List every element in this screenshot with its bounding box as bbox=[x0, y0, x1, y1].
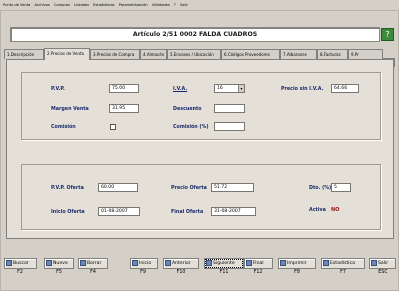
print-icon bbox=[280, 259, 286, 266]
pvp-label: P.V.P. bbox=[51, 87, 65, 92]
fkey-f8: F8 bbox=[294, 270, 300, 275]
inicio-button[interactable]: Inicio bbox=[130, 258, 158, 269]
estadistica-button[interactable]: Estadística bbox=[321, 258, 365, 269]
fkey-f5: F5 bbox=[56, 270, 62, 275]
imprimir-button[interactable]: Imprimir bbox=[278, 258, 316, 269]
borrar-button[interactable]: Borrar bbox=[78, 258, 108, 269]
menu-estadisticas[interactable]: Estadísticas bbox=[93, 3, 114, 7]
menu-bar: Punto de Venta Archivos Compras Listados… bbox=[0, 0, 399, 11]
buscar-button-label: Buscar bbox=[13, 261, 29, 266]
fkey-f9: F9 bbox=[140, 270, 146, 275]
menu-utilidades[interactable]: Utilidades bbox=[152, 3, 170, 7]
menu-parametrizacion[interactable]: Parametrización bbox=[119, 3, 148, 7]
imprimir-button-label: Imprimir bbox=[287, 261, 307, 266]
descuento-field[interactable] bbox=[214, 104, 245, 113]
margen-venta-field[interactable]: 31.95 bbox=[109, 104, 139, 113]
inicio-oferta-label: Inicio Oferta bbox=[51, 210, 85, 215]
tab-codigos-proveedores[interactable]: 6.Códigos Proveedores bbox=[221, 49, 280, 59]
inicio-button-label: Inicio bbox=[139, 261, 152, 266]
tab-facturas[interactable]: 8.Facturas bbox=[317, 49, 348, 59]
fkey-f4: F4 bbox=[90, 270, 96, 275]
fkey-f7: F7 bbox=[340, 270, 346, 275]
fkey-f10: F10 bbox=[176, 270, 186, 275]
nuevo-button[interactable]: Nuevo bbox=[44, 258, 74, 269]
tab-more[interactable]: 9.Pr bbox=[348, 49, 383, 59]
comision-pct-field[interactable] bbox=[214, 122, 245, 131]
next-icon bbox=[206, 259, 212, 266]
siguiente-button[interactable]: Siguiente bbox=[204, 258, 244, 269]
tab-albaranes[interactable]: 7.Albaranes bbox=[280, 49, 317, 59]
borrar-button-label: Borrar bbox=[87, 261, 102, 266]
tab-precios-venta[interactable]: 2.Precios de Venta bbox=[44, 48, 90, 60]
fkey-esc: ESC bbox=[378, 270, 388, 275]
tab-strip: 1.Descripción 2.Precios de Venta 3.Preci… bbox=[4, 48, 388, 60]
pvp-oferta-label: P.V.P. Oferta bbox=[51, 186, 84, 191]
last-icon bbox=[246, 259, 252, 266]
estadistica-button-label: Estadística bbox=[330, 261, 355, 266]
descuento-label: Descuento bbox=[173, 107, 202, 112]
activa-label: Activa bbox=[309, 208, 326, 213]
inicio-oferta-field[interactable]: 01-08-2007 bbox=[98, 207, 140, 216]
final-button-label: Final bbox=[253, 261, 264, 266]
tab-descripcion[interactable]: 1.Descripción bbox=[4, 49, 44, 59]
help-book-icon[interactable]: ? bbox=[381, 28, 394, 41]
app-window: Punto de Venta Archivos Compras Listados… bbox=[0, 0, 399, 291]
dto-label: Dto. (%) bbox=[309, 186, 332, 191]
iva-label[interactable]: I.V.A. bbox=[173, 87, 187, 92]
tab-envases[interactable]: 5.Envases / Ubicación bbox=[167, 49, 221, 59]
buscar-button[interactable]: Buscar bbox=[4, 258, 37, 269]
statistics-icon bbox=[323, 259, 329, 266]
tab-scroll-arrows: ◂▸ bbox=[383, 49, 396, 67]
previous-icon bbox=[165, 259, 171, 266]
menu-archivos[interactable]: Archivos bbox=[34, 3, 49, 7]
fkey-f11: F11 bbox=[219, 270, 229, 275]
article-title: Artículo 2/51 0002 FALDA CUADROS bbox=[10, 27, 380, 42]
nuevo-button-label: Nuevo bbox=[53, 261, 68, 266]
bottom-toolbar: Buscar F2 Nuevo F5 Borrar F4 Inicio F9 A… bbox=[0, 258, 399, 291]
comision-pct-label: Comisión (%) bbox=[173, 125, 209, 130]
salir-button[interactable]: Salir bbox=[369, 258, 396, 269]
oferta-group bbox=[21, 164, 381, 230]
comision-checkbox[interactable] bbox=[110, 124, 116, 130]
menu-listados[interactable]: Listados bbox=[74, 3, 89, 7]
final-oferta-field[interactable]: 31-08-2007 bbox=[211, 207, 256, 216]
exit-icon bbox=[371, 259, 377, 266]
comision-label: Comisión bbox=[51, 125, 76, 130]
precios-venta-panel: P.V.P. 75.00 I.V.A. 16 ▾ Precio sin I.V.… bbox=[6, 59, 394, 239]
pvp-field[interactable]: 75.00 bbox=[109, 84, 139, 93]
fkey-f2: F2 bbox=[17, 270, 23, 275]
final-oferta-label: Final Oferta bbox=[171, 210, 204, 215]
precio-oferta-label: Precio Oferta bbox=[171, 186, 207, 191]
pvp-oferta-field[interactable]: 60.00 bbox=[98, 183, 138, 192]
activa-status: NO bbox=[331, 207, 340, 213]
dto-field[interactable]: 5 bbox=[331, 183, 351, 192]
iva-select-value: 16 bbox=[217, 86, 223, 91]
iva-select[interactable]: 16 ▾ bbox=[214, 84, 245, 93]
tab-precios-compra[interactable]: 3.Precios de Compra bbox=[90, 49, 140, 59]
menu-punto-de-venta[interactable]: Punto de Venta bbox=[3, 3, 30, 7]
siguiente-button-label: Siguiente bbox=[213, 261, 235, 266]
tab-almacen[interactable]: 4.Almacén bbox=[140, 49, 167, 59]
precio-oferta-field[interactable]: 51.72 bbox=[211, 183, 254, 192]
precio-sin-iva-field[interactable]: 64.66 bbox=[331, 84, 359, 93]
margen-venta-label: Margen Venta bbox=[51, 107, 89, 112]
salir-button-label: Salir bbox=[378, 261, 389, 266]
delete-icon bbox=[80, 259, 86, 266]
final-button[interactable]: Final bbox=[244, 258, 273, 269]
fkey-f12: F12 bbox=[253, 270, 263, 275]
search-icon bbox=[6, 259, 12, 266]
anterior-button-label: Anterior bbox=[172, 261, 191, 266]
new-icon bbox=[46, 259, 52, 266]
anterior-button[interactable]: Anterior bbox=[163, 258, 199, 269]
menu-help[interactable]: ? bbox=[174, 3, 176, 7]
menu-salir[interactable]: Salir bbox=[180, 3, 188, 7]
precio-sin-iva-label: Precio sin I.V.A. bbox=[281, 87, 324, 92]
chevron-down-icon[interactable]: ▾ bbox=[238, 85, 244, 92]
first-icon bbox=[132, 259, 138, 266]
menu-compras[interactable]: Compras bbox=[54, 3, 70, 7]
